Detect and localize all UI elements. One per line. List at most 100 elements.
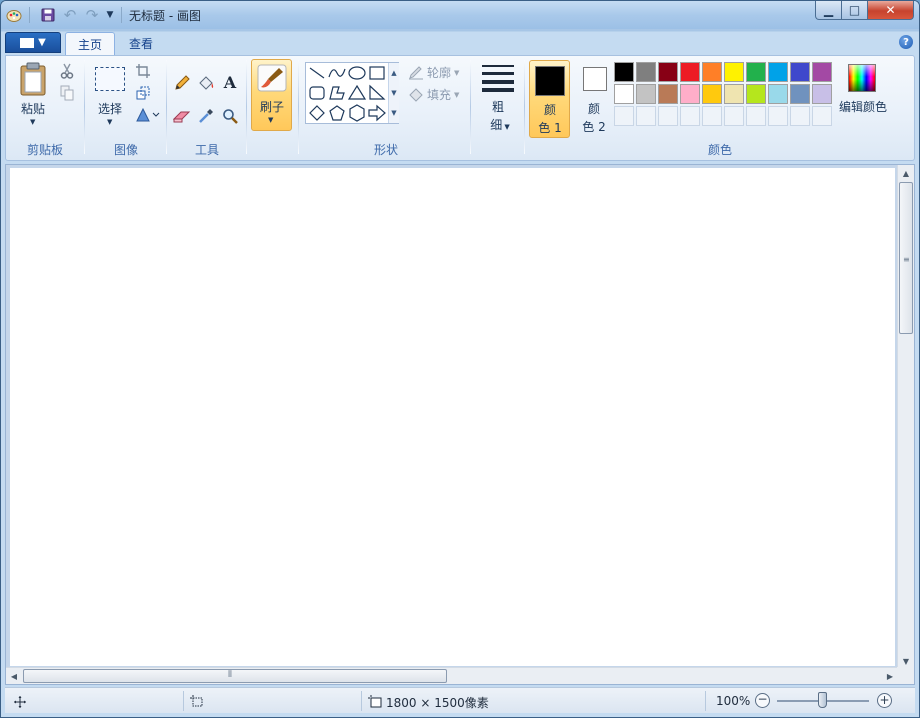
palette-swatch[interactable] [746, 84, 766, 104]
right-arrow-shape-icon[interactable] [367, 103, 387, 123]
palette-swatch[interactable] [724, 62, 744, 82]
horizontal-scrollbar[interactable]: ◀ ⦀ ▶ [6, 667, 898, 684]
eraser-icon[interactable] [171, 105, 193, 126]
tab-view[interactable]: 查看 [117, 32, 165, 55]
magnifier-icon[interactable] [219, 105, 241, 126]
palette-empty-slot[interactable] [768, 106, 788, 126]
tools-group: A 工具 [168, 56, 246, 160]
color-2-swatch [583, 67, 607, 91]
palette-swatch[interactable] [790, 84, 810, 104]
palette-swatch[interactable] [614, 84, 634, 104]
save-icon[interactable] [39, 6, 57, 24]
color-2-button[interactable]: 颜 色 2 [574, 60, 615, 138]
palette-swatch[interactable] [724, 84, 744, 104]
cut-icon[interactable] [58, 62, 76, 80]
palette-empty-slot[interactable] [614, 106, 634, 126]
palette-swatch[interactable] [812, 84, 832, 104]
size-group[interactable]: 粗 细 ▼ [474, 56, 524, 160]
chevron-right-icon[interactable]: ▶ [882, 668, 898, 684]
line-shape-icon[interactable] [307, 63, 327, 83]
outline-button[interactable]: 轮廓 ▼ [408, 64, 459, 81]
pencil-icon[interactable] [171, 72, 193, 93]
divider [470, 60, 471, 154]
copy-icon[interactable] [58, 84, 76, 102]
palette-empty-slot[interactable] [680, 106, 700, 126]
chevron-left-icon[interactable]: ◀ [6, 668, 22, 684]
palette-swatch[interactable] [746, 62, 766, 82]
color-picker-icon[interactable] [195, 105, 217, 126]
right-triangle-shape-icon[interactable] [367, 83, 387, 103]
clipboard-group: 粘贴 ▼ 剪贴板 [6, 56, 84, 160]
vertical-scrollbar[interactable]: ▲ ≡ ▼ [897, 165, 914, 669]
select-button-label[interactable]: 选择 [92, 100, 128, 117]
undo-icon[interactable]: ↶ [61, 6, 79, 24]
vertical-scroll-thumb[interactable]: ≡ [899, 182, 913, 334]
paint-app-icon[interactable] [5, 6, 23, 24]
shapes-gallery-scrollbar[interactable]: ▲ ▼ ▼ [388, 63, 399, 123]
palette-empty-slot[interactable] [812, 106, 832, 126]
edit-colors-button[interactable]: 编辑颜色 [836, 60, 892, 120]
polygon-shape-icon[interactable] [327, 83, 347, 103]
zoom-out-button[interactable]: − [755, 693, 770, 708]
close-button[interactable]: ✕ [867, 1, 914, 20]
palette-empty-slot[interactable] [702, 106, 722, 126]
customize-dropdown-icon[interactable]: ▼ [101, 6, 119, 24]
maximize-button[interactable]: □ [841, 1, 868, 20]
redo-icon[interactable]: ↷ [83, 6, 101, 24]
rectangle-shape-icon[interactable] [367, 63, 387, 83]
chevron-down-icon[interactable]: ▼ [107, 118, 112, 126]
chevron-down-icon[interactable]: ▼ [389, 83, 399, 103]
chevron-down-icon: ▼ [38, 37, 46, 48]
chevron-up-icon[interactable]: ▲ [389, 63, 399, 83]
palette-swatch[interactable] [680, 84, 700, 104]
zoom-in-button[interactable]: + [877, 693, 892, 708]
rounded-rectangle-shape-icon[interactable] [307, 83, 327, 103]
paint-menu-button[interactable]: ▼ [5, 32, 61, 53]
fill-bucket-icon[interactable] [195, 72, 217, 93]
minimize-button[interactable]: ▁ [815, 1, 842, 20]
palette-swatch[interactable] [636, 84, 656, 104]
resize-icon[interactable] [134, 84, 152, 102]
fill-button[interactable]: 填充 ▼ [408, 86, 459, 103]
horizontal-scroll-thumb[interactable]: ⦀ [23, 669, 447, 683]
triangle-shape-icon[interactable] [347, 83, 367, 103]
palette-swatch[interactable] [702, 84, 722, 104]
help-icon[interactable]: ? [899, 35, 913, 49]
hexagon-shape-icon[interactable] [347, 103, 367, 123]
palette-swatch[interactable] [636, 62, 656, 82]
palette-swatch[interactable] [658, 62, 678, 82]
palette-swatch[interactable] [680, 62, 700, 82]
tab-home[interactable]: 主页 [65, 32, 116, 55]
paste-icon[interactable] [18, 62, 48, 96]
palette-empty-slot[interactable] [790, 106, 810, 126]
palette-swatch[interactable] [614, 62, 634, 82]
oval-shape-icon[interactable] [347, 63, 367, 83]
shapes-group: ▲ ▼ ▼ 轮廓 ▼ 填充 ▼ 形状 [302, 56, 470, 160]
select-icon[interactable] [95, 67, 125, 91]
crop-icon[interactable] [134, 62, 152, 80]
palette-swatch[interactable] [768, 62, 788, 82]
palette-empty-slot[interactable] [724, 106, 744, 126]
palette-swatch[interactable] [702, 62, 722, 82]
paste-button-label[interactable]: 粘贴 [16, 100, 50, 117]
palette-empty-slot[interactable] [746, 106, 766, 126]
palette-swatch[interactable] [790, 62, 810, 82]
chevron-up-icon[interactable]: ▲ [898, 165, 914, 181]
palette-swatch[interactable] [812, 62, 832, 82]
pentagon-shape-icon[interactable] [327, 103, 347, 123]
rotate-icon[interactable] [134, 106, 162, 124]
palette-empty-slot[interactable] [658, 106, 678, 126]
diamond-shape-icon[interactable] [307, 103, 327, 123]
text-tool-icon[interactable]: A [219, 72, 241, 93]
color-palette [614, 62, 834, 128]
color-1-button[interactable]: 颜 色 1 [529, 60, 570, 138]
chevron-down-icon[interactable]: ▼ [30, 118, 35, 126]
palette-empty-slot[interactable] [636, 106, 656, 126]
zoom-slider-thumb[interactable] [818, 692, 827, 708]
palette-swatch[interactable] [768, 84, 788, 104]
brushes-button[interactable]: 刷子 ▼ [251, 59, 292, 131]
palette-swatch[interactable] [658, 84, 678, 104]
expand-gallery-icon[interactable]: ▼ [389, 103, 399, 123]
curve-shape-icon[interactable] [327, 63, 347, 83]
drawing-canvas[interactable] [10, 168, 895, 666]
